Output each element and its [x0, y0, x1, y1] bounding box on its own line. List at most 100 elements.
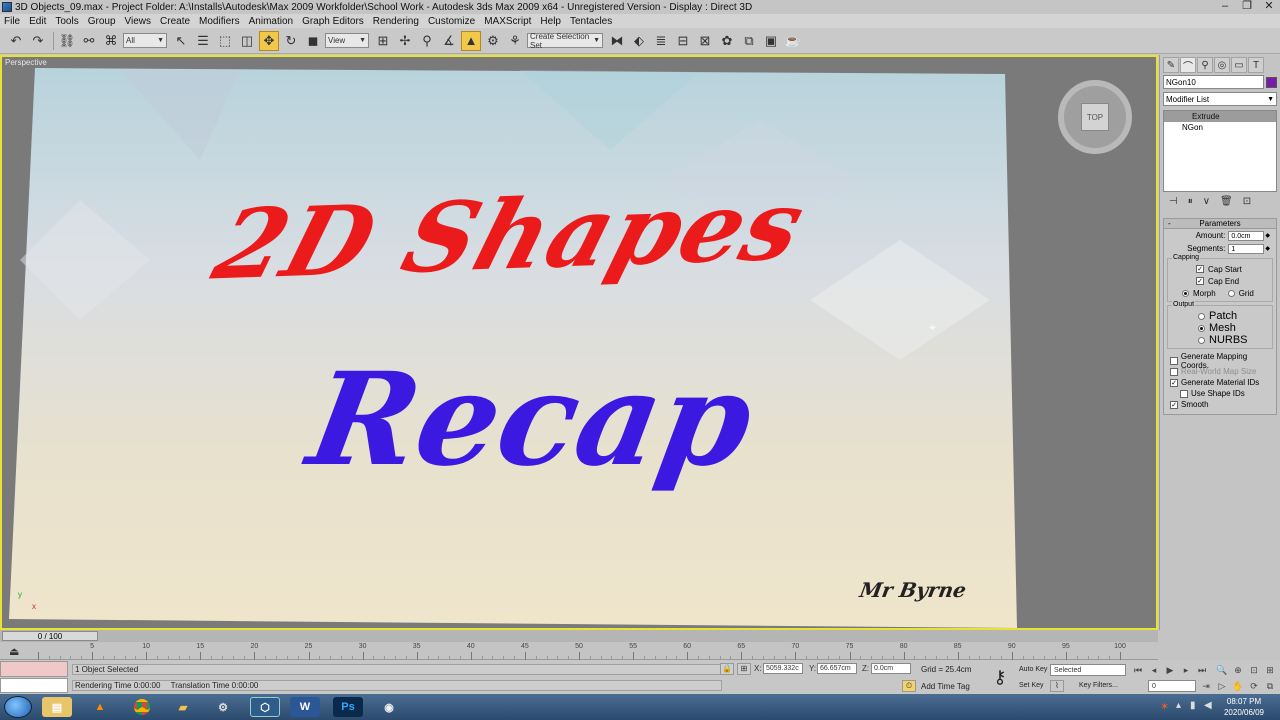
- modify-tab-icon[interactable]: ⌒: [1180, 57, 1196, 73]
- menu-customize[interactable]: Customize: [428, 16, 475, 27]
- pin-stack-icon[interactable]: ⊣: [1169, 196, 1178, 210]
- explorer-icon[interactable]: ▤: [42, 697, 72, 717]
- minimize-button[interactable]: –: [1214, 0, 1236, 14]
- schematic-view-icon[interactable]: ⊠: [695, 31, 715, 51]
- menu-edit[interactable]: Edit: [29, 16, 46, 27]
- add-time-tag[interactable]: Add Time Tag: [921, 682, 970, 691]
- viewcube[interactable]: TOP: [1058, 80, 1132, 154]
- viewcube-top-face[interactable]: TOP: [1081, 103, 1109, 131]
- pan-view-icon[interactable]: ✋: [1232, 680, 1244, 692]
- stack-item-ngon[interactable]: NGon: [1164, 122, 1276, 133]
- menu-help[interactable]: Help: [540, 16, 561, 27]
- 3dsmax-app-icon[interactable]: [2, 2, 12, 12]
- zoom-all-icon[interactable]: ⊕: [1232, 664, 1244, 676]
- steam-icon[interactable]: ⚙: [208, 697, 238, 717]
- start-button-icon[interactable]: [4, 696, 32, 718]
- current-frame-field[interactable]: 0: [1148, 680, 1196, 692]
- go-to-start-icon[interactable]: ⏮: [1132, 664, 1144, 676]
- quick-render-icon[interactable]: ☕: [783, 31, 803, 51]
- link-icon[interactable]: ⛓: [57, 31, 77, 51]
- edit-named-selection-icon[interactable]: ⚘: [505, 31, 525, 51]
- unlink-icon[interactable]: ⚯: [79, 31, 99, 51]
- hierarchy-tab-icon[interactable]: ⚲: [1197, 57, 1213, 73]
- reference-coordinate-dropdown[interactable]: View ▼: [325, 33, 369, 48]
- menu-tentacles[interactable]: Tentacles: [570, 16, 612, 27]
- play-icon[interactable]: ▶: [1164, 664, 1176, 676]
- maxscript-input-mini[interactable]: [0, 678, 68, 693]
- cap-end-checkbox[interactable]: ✓ Cap End: [1170, 275, 1270, 287]
- 3dsmax-icon[interactable]: ⬡: [250, 697, 280, 717]
- amount-spinner-icon[interactable]: ◆: [1265, 232, 1270, 239]
- generate-material-ids-checkbox[interactable]: ✓ Generate Material IDs: [1164, 377, 1276, 388]
- maximize-viewport-icon[interactable]: ⧉: [1264, 680, 1276, 692]
- next-frame-icon[interactable]: ▸: [1180, 664, 1192, 676]
- show-end-result-icon[interactable]: ⏸: [1188, 196, 1193, 210]
- layer-manager-icon[interactable]: ≣: [651, 31, 671, 51]
- key-filters-button[interactable]: Key Filters...: [1076, 680, 1121, 692]
- time-tag-icon[interactable]: ⏲: [902, 680, 916, 692]
- photoshop-icon[interactable]: Ps: [333, 697, 363, 717]
- perspective-viewport[interactable]: [0, 55, 1158, 630]
- align-icon[interactable]: ⬖: [629, 31, 649, 51]
- time-slider[interactable]: 0 / 100: [0, 630, 1158, 642]
- select-object-icon[interactable]: ↖: [171, 31, 191, 51]
- use-shape-ids-checkbox[interactable]: Use Shape IDs: [1164, 388, 1276, 399]
- snaps-toggle-icon[interactable]: ⚲: [417, 31, 437, 51]
- go-to-end-icon[interactable]: ⏭: [1196, 664, 1208, 676]
- key-mode-dropdown[interactable]: Selected: [1050, 664, 1126, 676]
- menu-create[interactable]: Create: [160, 16, 190, 27]
- select-manipulate-icon[interactable]: ✢: [395, 31, 415, 51]
- menu-group[interactable]: Group: [88, 16, 116, 27]
- menu-animation[interactable]: Animation: [249, 16, 293, 27]
- curve-editor-icon[interactable]: ⊟: [673, 31, 693, 51]
- orbit-icon[interactable]: ⟳: [1248, 680, 1260, 692]
- window-crossing-icon[interactable]: ◫: [237, 31, 257, 51]
- redo-icon[interactable]: ↷: [28, 31, 48, 51]
- set-keys-key-icon[interactable]: ⚷: [988, 664, 1012, 690]
- angle-snap-icon[interactable]: ∡: [439, 31, 459, 51]
- pivot-center-icon[interactable]: ⊞: [373, 31, 393, 51]
- z-coordinate-field[interactable]: 0.0cm: [871, 663, 911, 674]
- motion-tab-icon[interactable]: ◎: [1214, 57, 1230, 73]
- bind-space-warp-icon[interactable]: ⌘: [101, 31, 121, 51]
- zoom-icon[interactable]: 🔍: [1216, 664, 1228, 676]
- generate-mapping-coords-checkbox[interactable]: Generate Mapping Coords.: [1164, 352, 1276, 370]
- amount-input[interactable]: 0.0cm: [1228, 230, 1265, 241]
- percent-snap-icon[interactable]: ▲: [461, 30, 481, 51]
- chrome-icon[interactable]: [127, 697, 157, 717]
- display-tab-icon[interactable]: ▭: [1231, 57, 1247, 73]
- volume-icon[interactable]: ◀: [1204, 700, 1212, 711]
- field-of-view-icon[interactable]: ▷: [1216, 680, 1228, 692]
- tray-app-icon[interactable]: ✶: [1160, 700, 1169, 713]
- time-slider-thumb[interactable]: 0 / 100: [2, 631, 98, 641]
- timeline-track-bar[interactable]: 5 10 15 20 25 30 35 40 45 50 55 60 65 70 75 80 85 90 95 100: [0, 642, 1158, 660]
- auto-key-button[interactable]: Auto Key: [1016, 664, 1050, 676]
- tray-arrow-icon[interactable]: ▴: [1176, 700, 1181, 711]
- x-coordinate-field[interactable]: 5059.332c: [763, 663, 803, 674]
- absolute-mode-icon[interactable]: ⊞: [737, 663, 751, 675]
- rectangular-selection-icon[interactable]: ⬚: [215, 31, 235, 51]
- menu-tools[interactable]: Tools: [55, 16, 78, 27]
- patch-radio[interactable]: Patch: [1198, 310, 1270, 322]
- open-mini-curve-editor-icon[interactable]: ⏏: [9, 645, 19, 658]
- default-in-out-tangents-icon[interactable]: ⌇: [1050, 680, 1064, 692]
- material-editor-icon[interactable]: ✿: [717, 31, 737, 51]
- create-tab-icon[interactable]: ✎: [1163, 57, 1179, 73]
- set-key-button[interactable]: Set Key: [1016, 680, 1047, 692]
- smooth-checkbox[interactable]: ✓ Smooth: [1164, 399, 1276, 410]
- close-button[interactable]: ✕: [1258, 0, 1280, 14]
- zoom-extents-icon[interactable]: ⊡: [1248, 664, 1260, 676]
- undo-icon[interactable]: ↶: [6, 31, 26, 51]
- stack-item-extrude[interactable]: Extrude: [1164, 111, 1276, 122]
- menu-views[interactable]: Views: [125, 16, 152, 27]
- zoom-extents-all-icon[interactable]: ⊞: [1264, 664, 1276, 676]
- morph-radio[interactable]: Morph: [1182, 289, 1216, 298]
- winrar-icon[interactable]: ▰: [168, 697, 198, 717]
- utilities-tab-icon[interactable]: T: [1248, 57, 1264, 73]
- menu-file[interactable]: File: [4, 16, 20, 27]
- make-unique-icon[interactable]: ∨: [1203, 196, 1210, 210]
- maximize-button[interactable]: ❐: [1236, 0, 1258, 14]
- selection-filter-dropdown[interactable]: All ▼: [123, 33, 167, 48]
- object-name-field[interactable]: NGon10: [1163, 75, 1265, 89]
- word-icon[interactable]: W: [290, 697, 320, 717]
